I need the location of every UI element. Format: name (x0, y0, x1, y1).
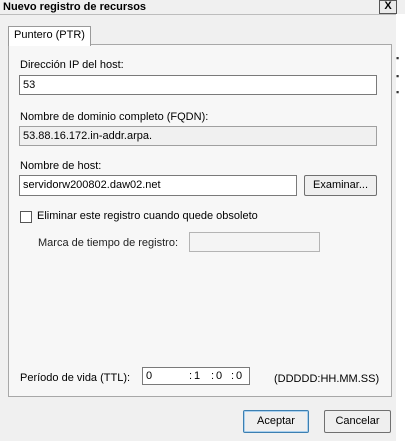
ttl-separator: : (189, 370, 193, 382)
title-bar: Nuevo registro de recursos X (0, 0, 405, 15)
host-name-input[interactable]: servidorw200802.daw02.net (19, 175, 297, 196)
edge-mark-icon: ▪ (396, 71, 400, 81)
timestamp-label: Marca de tiempo de registro: (38, 237, 179, 249)
cancel-button[interactable]: Cancelar (324, 410, 391, 433)
ttl-separator: : (211, 370, 215, 382)
delete-obsolete-label: Eliminar este registro cuando quede obso… (37, 210, 258, 222)
ttl-input[interactable]: 0 : 1 : 0 : 0 (142, 367, 250, 385)
timestamp-field (189, 232, 320, 252)
browse-button[interactable]: Examinar... (304, 175, 377, 196)
close-button[interactable]: X (379, 0, 397, 14)
fqdn-label: Nombre de dominio completo (FQDN): (20, 111, 209, 123)
ttl-hours[interactable]: 1 (194, 370, 200, 382)
delete-obsolete-checkbox[interactable] (20, 211, 32, 223)
ttl-days[interactable]: 0 (146, 370, 152, 382)
ttl-minutes[interactable]: 0 (216, 370, 222, 382)
edge-mark-icon: ▪ (396, 87, 400, 97)
ttl-separator: : (231, 370, 235, 382)
fqdn-field: 53.88.16.172.in-addr.arpa. (19, 126, 377, 146)
tab-ptr[interactable]: Puntero (PTR) (8, 26, 91, 46)
ok-button[interactable]: Aceptar (243, 410, 309, 433)
ttl-seconds[interactable]: 0 (236, 370, 242, 382)
window-title: Nuevo registro de recursos (3, 1, 147, 13)
host-name-label: Nombre de host: (20, 160, 102, 172)
edge-mark-icon: ▪ (396, 53, 400, 63)
ip-address-input[interactable]: 53 (19, 75, 377, 95)
ttl-label: Período de vida (TTL): (20, 372, 131, 384)
ip-address-label: Dirección IP del host: (20, 59, 124, 71)
background-window-edge: ▪ ▪ ▪ (396, 14, 405, 441)
ttl-format-hint: (DDDDD:HH.MM.SS) (274, 373, 380, 385)
